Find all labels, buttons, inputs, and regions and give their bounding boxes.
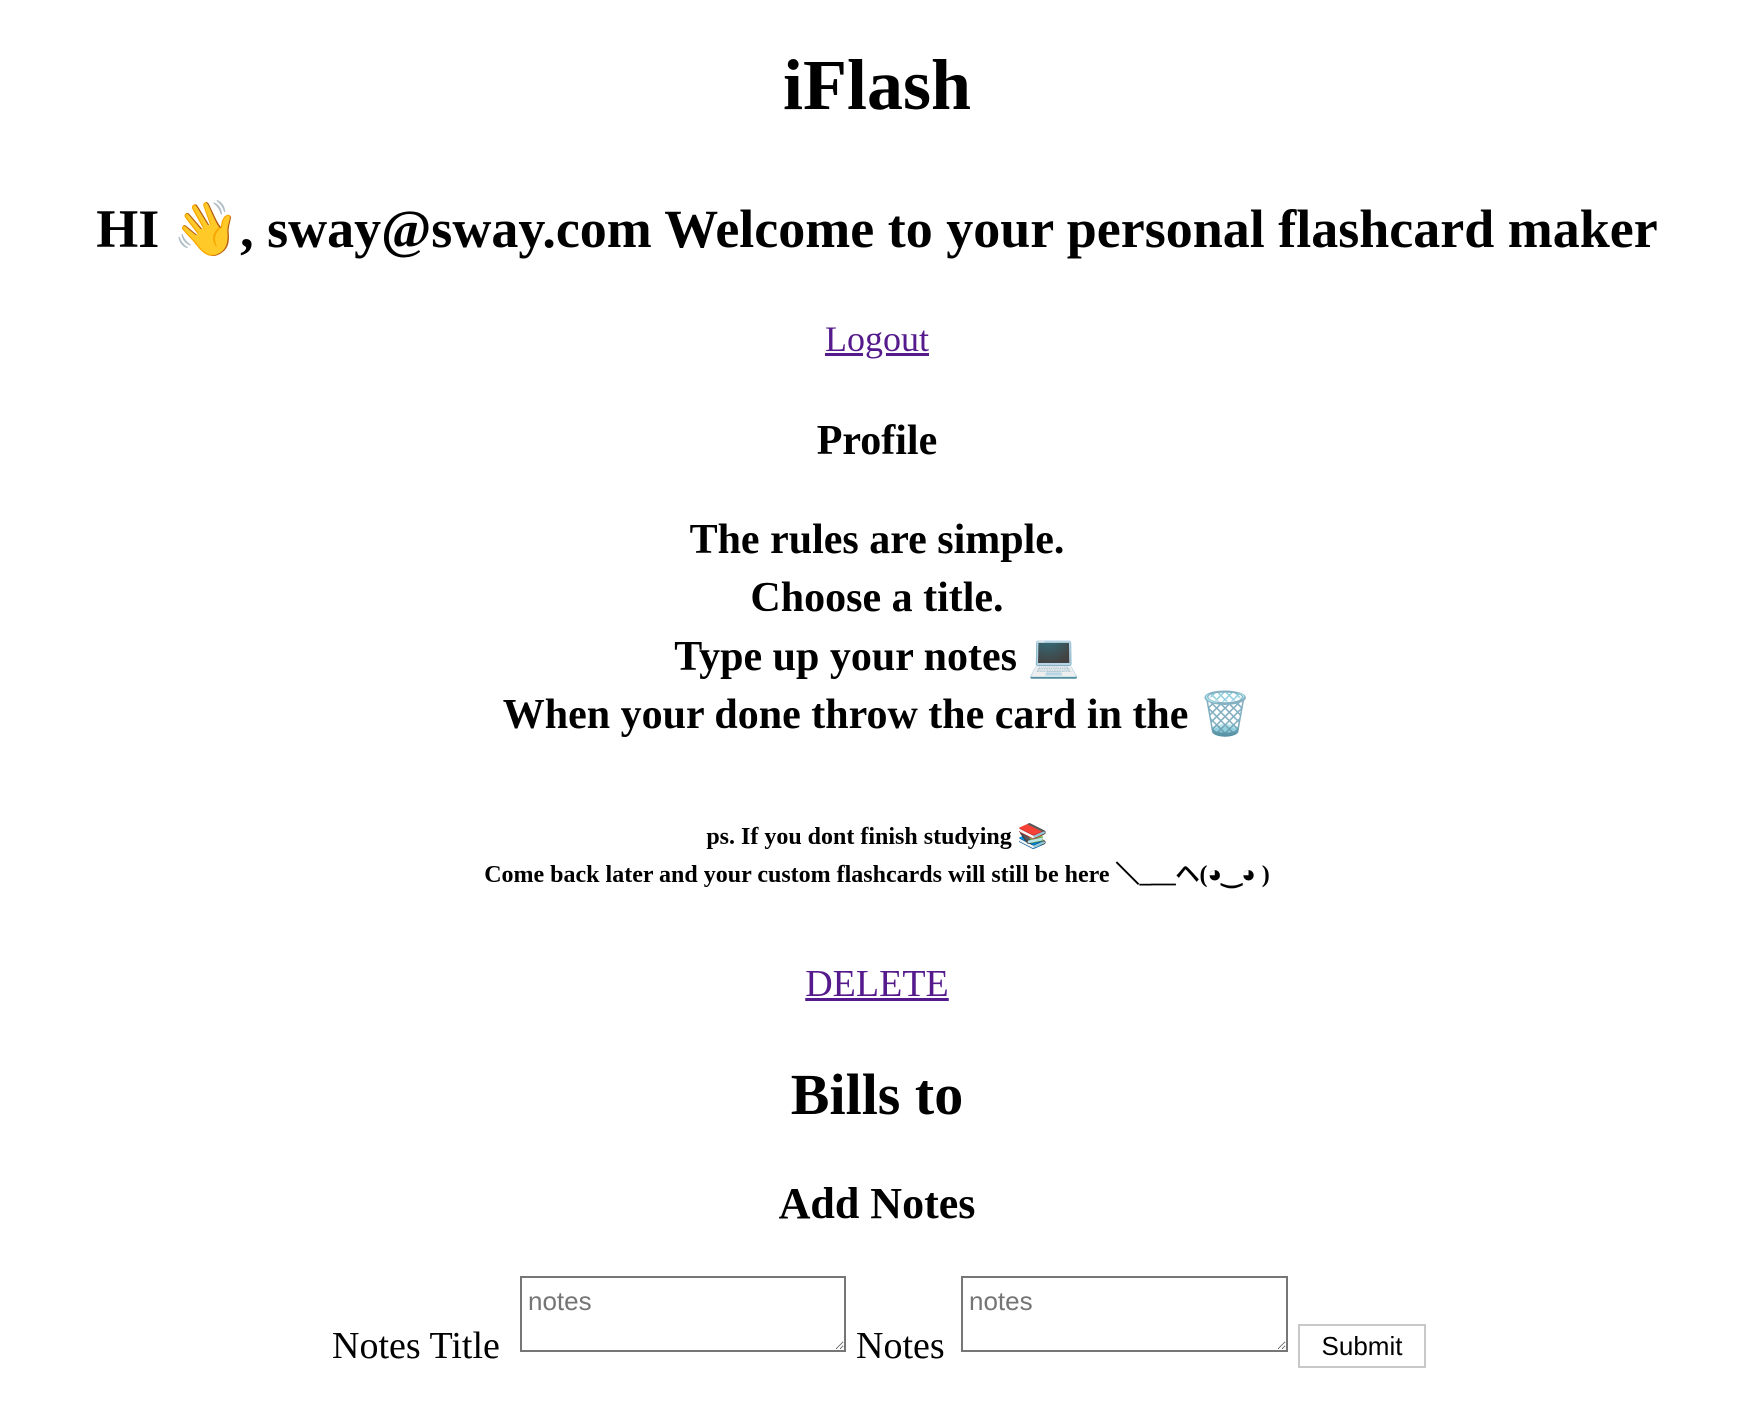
greeting-heading: HI 👋, sway@sway.com Welcome to your pers… bbox=[0, 194, 1754, 264]
delete-card-link[interactable]: DELETE bbox=[805, 963, 949, 1005]
rules-line-3: Type up your notes 💻 bbox=[0, 628, 1754, 686]
app-title: iFlash bbox=[782, 45, 972, 125]
add-notes-form: Notes Title Notes Submit bbox=[0, 1276, 1754, 1386]
rules-line-2: Choose a title. bbox=[750, 575, 1004, 621]
notes-input[interactable] bbox=[961, 1276, 1288, 1352]
rules-line-1: The rules are simple. bbox=[689, 517, 1065, 563]
ps-line-1-text: ps. If you dont finish studying bbox=[706, 824, 1012, 850]
notes-title-label: Notes Title bbox=[332, 1325, 500, 1367]
ps-line-2: Come back later and your custom flashcar… bbox=[484, 862, 1270, 888]
waving-hand-icon: 👋 bbox=[172, 197, 241, 260]
wastebasket-icon: 🗑️ bbox=[1198, 689, 1252, 738]
notes-title-input[interactable] bbox=[520, 1276, 846, 1352]
books-icon: 📚 bbox=[1017, 822, 1048, 850]
card-title: Bills to bbox=[790, 1062, 964, 1127]
rules-line-4: When your done throw the card in the 🗑️ bbox=[0, 686, 1754, 744]
ps-note: ps. If you dont finish studying 📚 Come b… bbox=[0, 817, 1754, 894]
notes-label: Notes bbox=[856, 1325, 945, 1367]
add-notes-heading: Add Notes bbox=[778, 1179, 976, 1228]
laptop-icon: 💻 bbox=[1027, 631, 1080, 680]
logout-link[interactable]: Logout bbox=[825, 319, 929, 359]
rules-block: The rules are simple. Choose a title. Ty… bbox=[0, 512, 1754, 744]
rules-line-3-text: Type up your notes bbox=[674, 634, 1017, 680]
greeting-prefix: HI bbox=[96, 199, 160, 259]
rules-line-4-text: When your done throw the card in the bbox=[502, 692, 1189, 738]
profile-heading: Profile bbox=[816, 418, 938, 464]
ps-line-1: ps. If you dont finish studying 📚 bbox=[0, 817, 1754, 856]
submit-button[interactable]: Submit bbox=[1298, 1324, 1426, 1368]
greeting-message: , sway@sway.com Welcome to your personal… bbox=[240, 199, 1658, 259]
